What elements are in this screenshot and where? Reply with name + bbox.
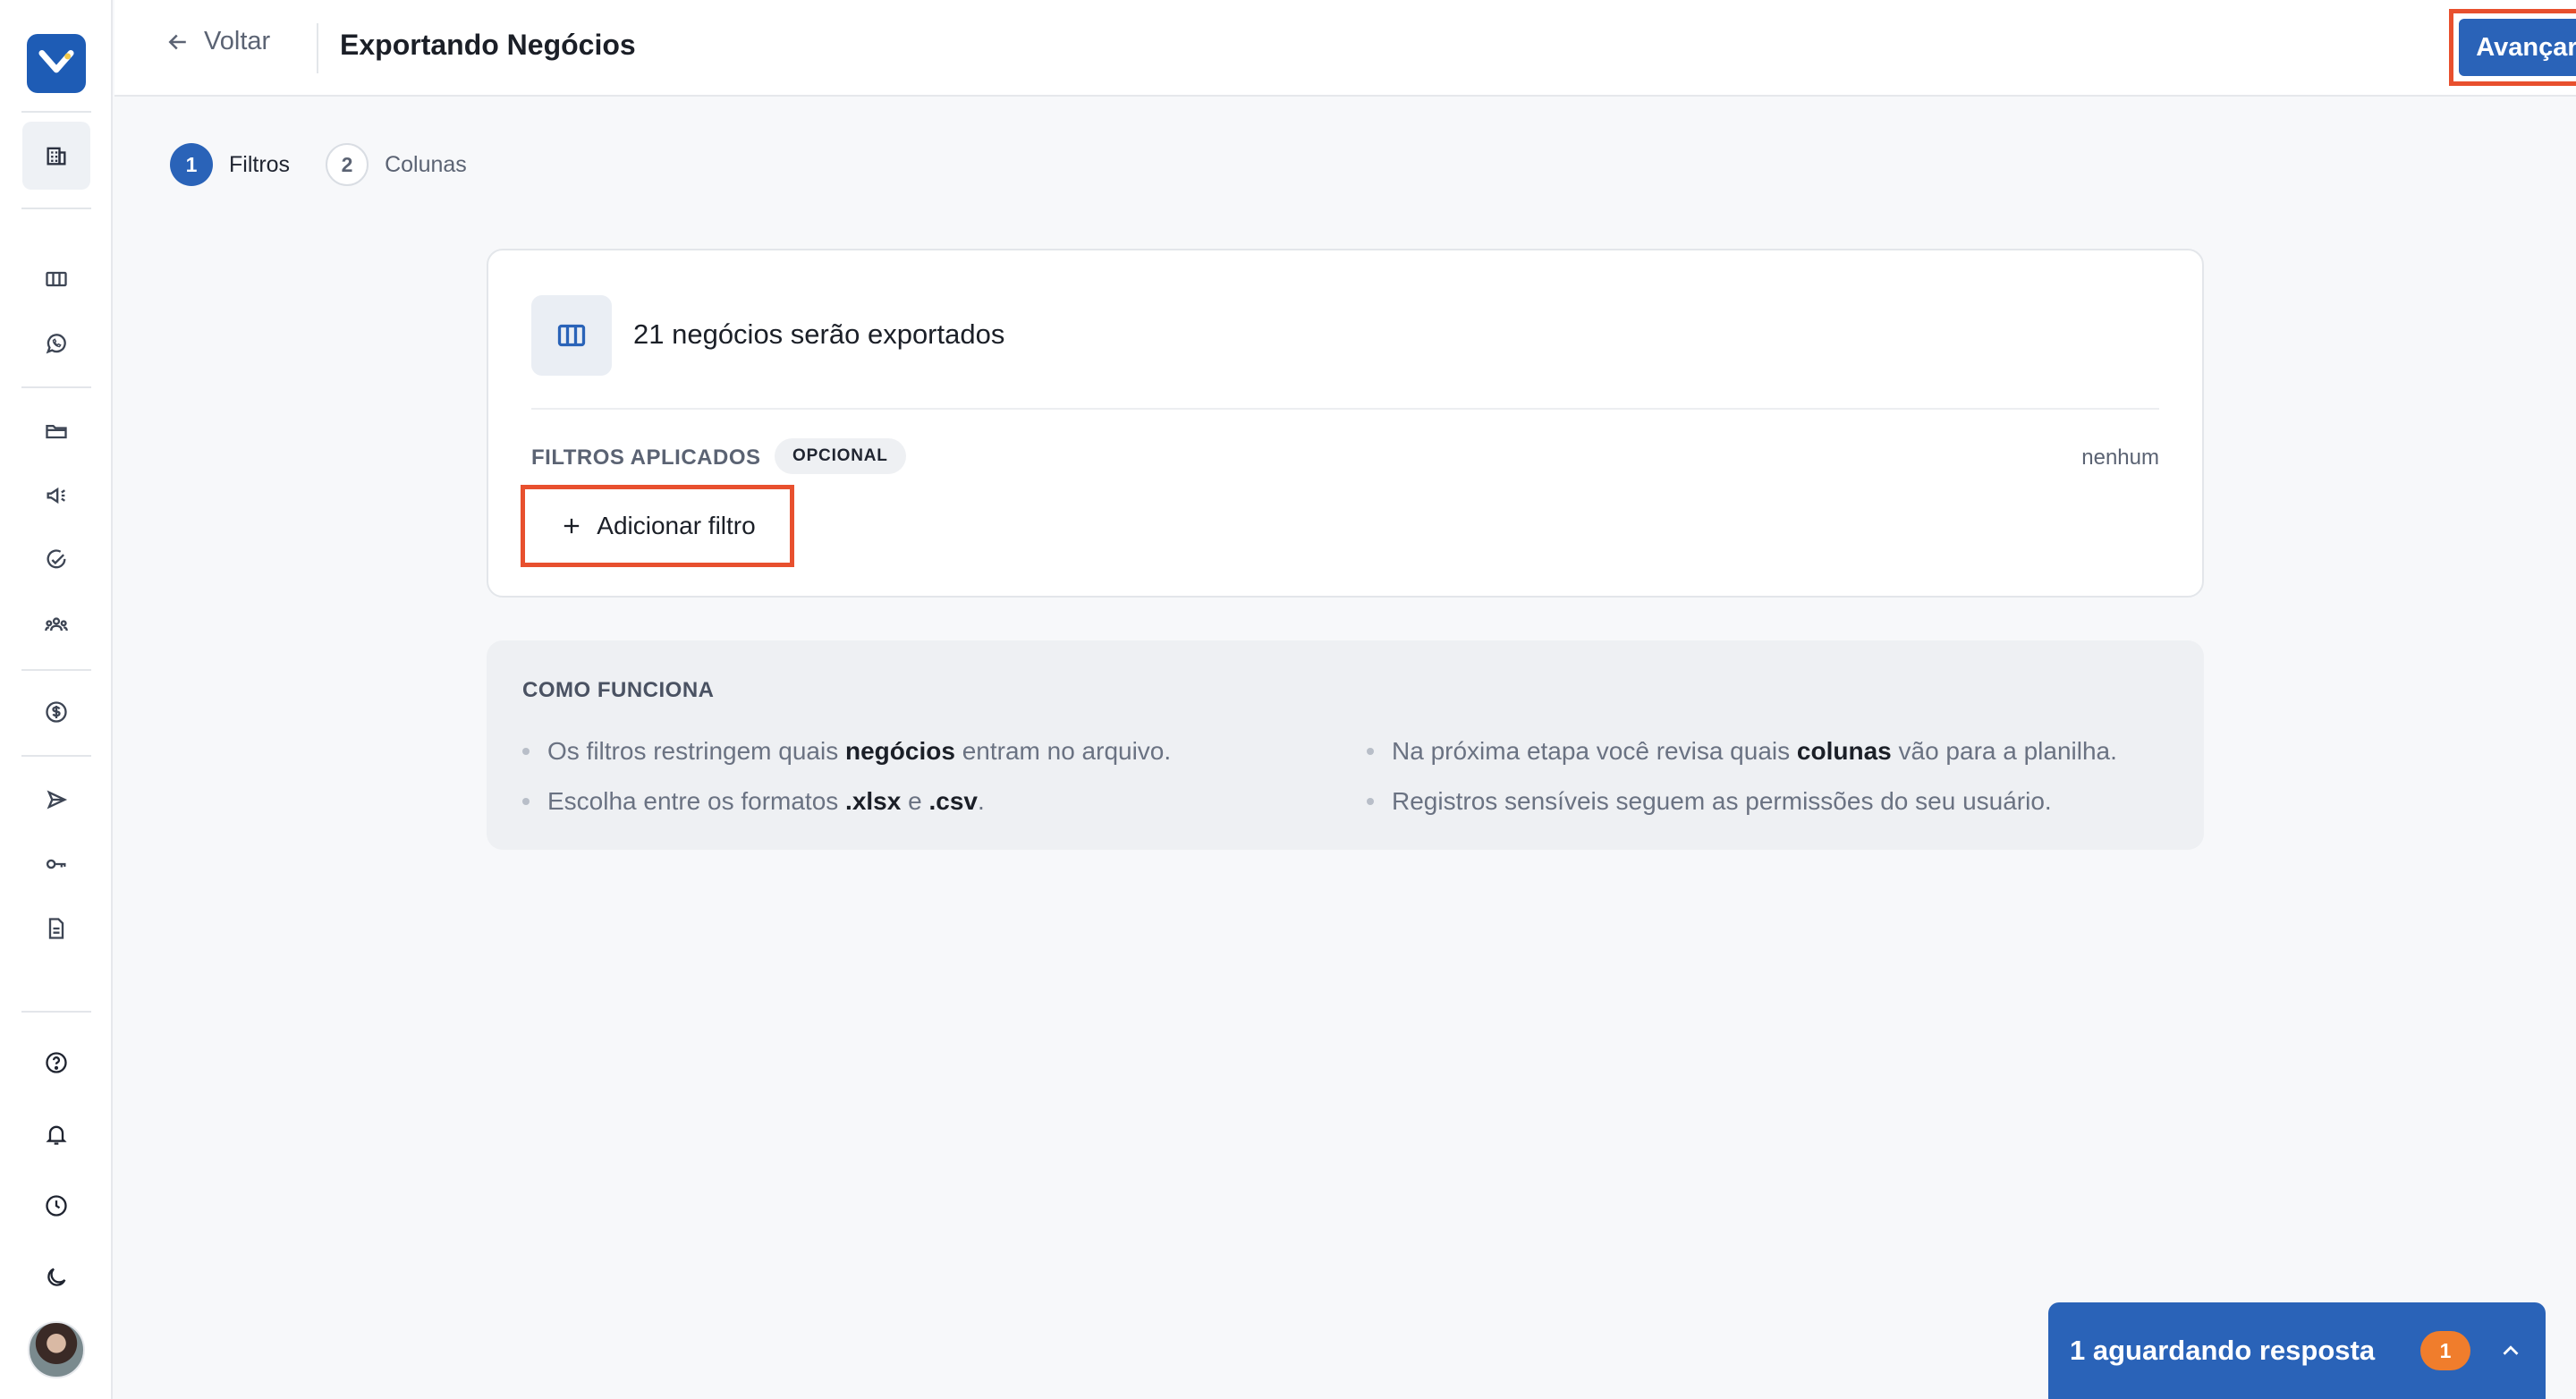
list-item: Registros sensíveis seguem as permissões… — [1367, 776, 2117, 827]
text: . — [977, 787, 985, 815]
waiting-count-badge: 1 — [2420, 1331, 2470, 1370]
text-bold: .xlsx — [845, 787, 902, 815]
text: e — [901, 787, 929, 815]
bullet — [1367, 798, 1374, 805]
logo-icon[interactable] — [27, 34, 86, 93]
text: entram no arquivo. — [954, 737, 1172, 765]
megaphone-icon[interactable] — [35, 474, 78, 517]
text-bold: colunas — [1796, 737, 1892, 765]
step-label: Colunas — [385, 151, 467, 177]
advance-highlight: Avançar — [2449, 9, 2576, 86]
sidebar-divider — [21, 208, 91, 209]
folder-icon[interactable] — [35, 410, 78, 453]
sidebar-divider — [21, 669, 91, 671]
list-item: Na próxima etapa você revisa quais colun… — [1367, 726, 2117, 776]
step-number: 1 — [170, 143, 213, 186]
filters-label: FILTROS APLICADOS — [531, 445, 761, 470]
top-bar: Voltar Exportando Negócios Avançar — [114, 0, 2576, 97]
page-title: Exportando Negócios — [340, 29, 636, 61]
text: Registros sensíveis seguem as permissões… — [1392, 787, 2052, 815]
arrow-left-icon — [168, 34, 186, 49]
text: Escolha entre os formatos — [547, 787, 846, 815]
step-filtros[interactable]: 1 Filtros — [170, 143, 290, 186]
check-circle-icon[interactable] — [35, 538, 78, 581]
chevron-up-icon[interactable] — [2497, 1337, 2524, 1364]
how-it-works-panel: COMO FUNCIONA Os filtros restringem quai… — [487, 640, 2204, 850]
back-label: Voltar — [204, 27, 271, 55]
kanban-icon[interactable] — [35, 258, 78, 301]
bullet — [522, 798, 530, 805]
sidebar-divider — [21, 111, 91, 113]
add-filter-button[interactable]: Adicionar filtro — [530, 495, 784, 557]
document-icon[interactable] — [35, 907, 78, 950]
add-filter-highlight: Adicionar filtro — [521, 485, 794, 567]
text-bold: negócios — [845, 737, 955, 765]
help-icon[interactable] — [35, 1041, 78, 1084]
back-button[interactable]: Voltar — [165, 27, 270, 56]
list-item: Escolha entre os formatos .xlsx e .csv. — [522, 776, 1171, 827]
list-item: Os filtros restringem quais negócios ent… — [522, 726, 1171, 776]
bullet — [1367, 748, 1374, 755]
clock-icon[interactable] — [35, 1184, 78, 1227]
sidebar-divider — [21, 755, 91, 757]
optional-badge: OPCIONAL — [775, 438, 906, 474]
moon-icon[interactable] — [35, 1256, 78, 1299]
card-divider — [531, 408, 2159, 410]
step-label: Filtros — [229, 151, 291, 177]
plus-icon — [564, 518, 580, 534]
how-it-works-title: COMO FUNCIONA — [522, 678, 715, 702]
sidebar — [0, 0, 113, 1399]
whatsapp-icon[interactable] — [35, 322, 78, 365]
step-number: 2 — [326, 143, 369, 186]
sidebar-divider — [21, 386, 91, 388]
building-icon[interactable] — [22, 122, 90, 190]
columns-icon — [531, 295, 612, 376]
team-icon[interactable] — [35, 603, 78, 646]
export-summary: 21 negócios serão exportados — [633, 318, 1005, 350]
waiting-label: 1 aguardando resposta — [2070, 1335, 2376, 1366]
avatar[interactable] — [28, 1321, 85, 1378]
sidebar-divider — [21, 1011, 91, 1013]
how-it-works-left: Os filtros restringem quais negócios ent… — [522, 726, 1171, 827]
export-card: 21 negócios serão exportados FILTROS APL… — [487, 249, 2204, 598]
bell-icon[interactable] — [35, 1113, 78, 1156]
how-it-works-right: Na próxima etapa você revisa quais colun… — [1367, 726, 2117, 827]
send-icon[interactable] — [35, 778, 78, 821]
filters-value: nenhum — [2081, 445, 2159, 470]
text-bold: .csv — [928, 787, 978, 815]
text: Na próxima etapa você revisa quais — [1392, 737, 1797, 765]
stepper: 1 Filtros 2 Colunas — [170, 143, 503, 186]
advance-label: Avançar — [2476, 32, 2576, 62]
add-filter-label: Adicionar filtro — [597, 512, 756, 539]
header-divider — [317, 23, 318, 73]
bullet — [522, 748, 530, 755]
dollar-icon[interactable] — [35, 691, 78, 733]
text: vão para a planilha. — [1891, 737, 2117, 765]
advance-button[interactable]: Avançar — [2459, 19, 2576, 76]
waiting-response-widget[interactable]: 1 aguardando resposta 1 — [2048, 1302, 2546, 1399]
key-icon[interactable] — [35, 843, 78, 886]
text: Os filtros restringem quais — [547, 737, 845, 765]
step-colunas[interactable]: 2 Colunas — [326, 143, 467, 186]
